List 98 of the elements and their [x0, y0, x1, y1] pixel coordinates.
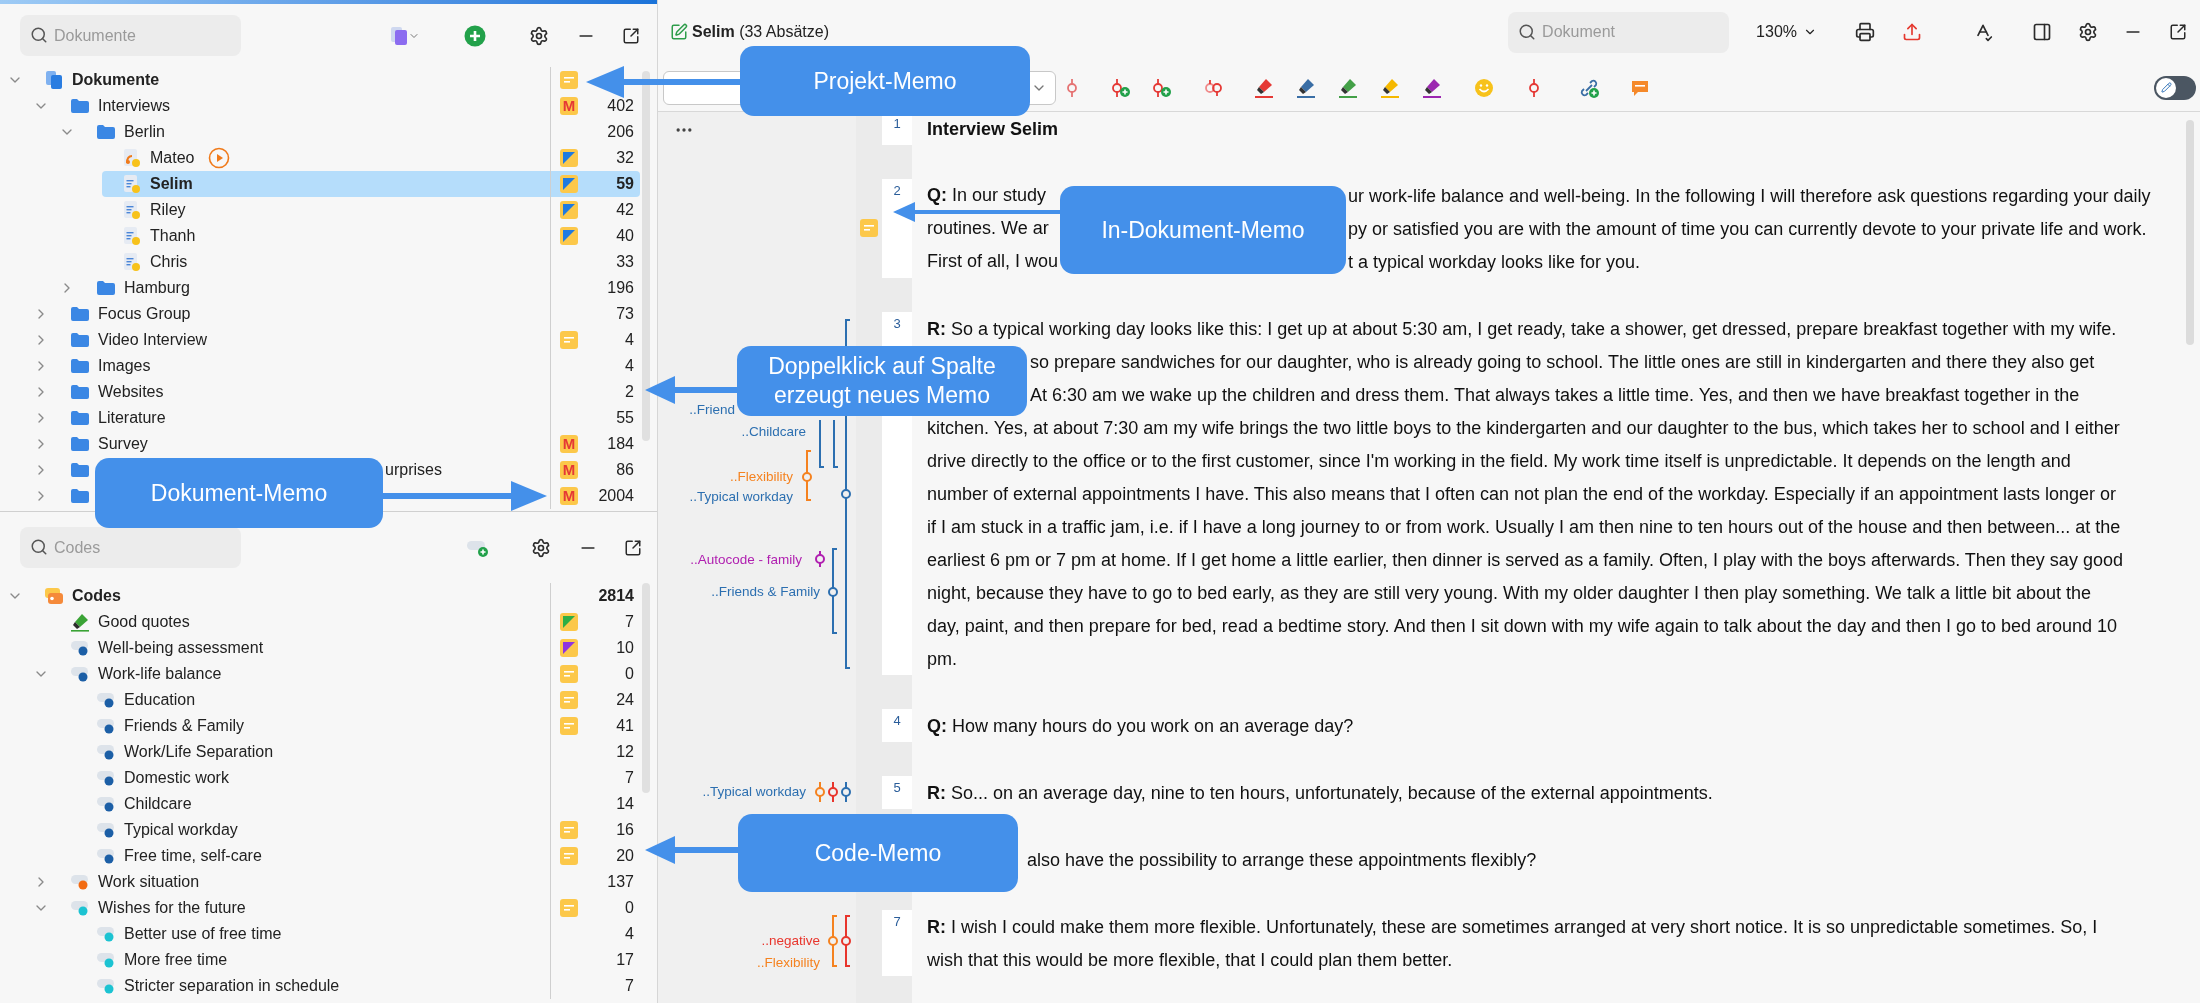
item-name: Selim	[150, 174, 193, 194]
item-name: Interviews	[98, 96, 171, 116]
count-label: 402	[607, 96, 634, 116]
count-label: 24	[616, 690, 634, 710]
count-label: 206	[607, 122, 634, 142]
count-label: 196	[607, 278, 634, 298]
count-label: 32	[616, 148, 634, 168]
count-label: 184	[607, 434, 634, 454]
text-line: First of all, I wou	[927, 250, 1059, 271]
count-label: 2814	[598, 586, 634, 606]
count-label: 14	[616, 794, 634, 814]
count-label: 20	[616, 846, 634, 866]
count-label: 137	[607, 872, 634, 892]
count-label: 7	[625, 768, 634, 788]
count-label: 7	[625, 612, 634, 632]
text-line: pm.	[927, 647, 957, 670]
text-line: At 6:30 am we wake up the children and dress them. That always takes a little time. Yes, and then we have breakfast together in the	[1030, 383, 2080, 406]
count-label: 0	[625, 898, 634, 918]
text-line: earliest 6 pm or 7 pm at home. If I get home a little earlier, then dinner is served as a family. Often, I play with the boys afterwards. Then they say good	[927, 548, 2123, 571]
callout-tooltip: Projekt-Memo	[740, 46, 1030, 116]
text-line: R: So a typical working day looks like this: I get up at about 5:30 am, I get ready, take a shower, get dressed, prepare breakfast together with my wife.	[927, 317, 2117, 340]
text-line: night, because they have to go to bed early, as they are still very young. With my older daughter I then play something. We talk a little bit about the	[927, 581, 2091, 604]
item-name: Friends & Family	[124, 716, 245, 736]
callout-tooltip: Code-Memo	[738, 814, 1018, 892]
count-label: 17	[616, 950, 634, 970]
callout-tooltip: Dokument-Memo	[95, 458, 383, 528]
count-label: 59	[616, 174, 634, 194]
item-name: Good quotes	[98, 612, 190, 632]
text-line: drive directly to the office or to the first customer, since I'm working in the field. My work time itself is unpredictable. It depends on the length and	[927, 449, 2071, 472]
item-name: Thanh	[150, 226, 196, 246]
paragraph-number: 1	[893, 116, 901, 133]
count-label: 12	[616, 742, 634, 762]
item-name: Images	[98, 356, 151, 376]
paragraph-number: 7	[893, 914, 901, 931]
item-name: Codes	[72, 586, 121, 606]
count-label: 0	[625, 664, 634, 684]
text-line: if I am stuck in a traffic jam, i.e. if I have a long journey to or from work. Usually I am then nine to ten hours out of the house and then between... at the	[927, 515, 2121, 538]
text-line: Q: How many hours do you work on an average day?	[927, 714, 1354, 737]
count-label: 4	[625, 330, 634, 350]
text-line: routines. We ar	[927, 217, 1049, 238]
item-name: Well-being assessment	[98, 638, 264, 658]
text-line: Interview Selim	[927, 117, 1059, 140]
count-label: 33	[616, 252, 634, 272]
text-line: also have the possibility to arrange these appointments flexibly?	[1027, 848, 1537, 871]
text-line: wish that this would be more flexible, that I could plan them better.	[927, 948, 1453, 971]
count-label: 16	[616, 820, 634, 840]
item-name: Free time, self-care	[124, 846, 262, 866]
count-label: 10	[616, 638, 634, 658]
item-name: Education	[124, 690, 196, 710]
paragraph-number: 2	[893, 183, 901, 200]
count-label: 4	[625, 356, 634, 376]
item-name: Better use of free time	[124, 924, 282, 944]
text-line: number of external appointments I have. This also means that I often can not plan the end of the workday. Especially if an appointment lasts longer or	[927, 482, 2117, 505]
count-label: 42	[616, 200, 634, 220]
item-name: urprises	[385, 460, 442, 480]
item-name: Riley	[150, 200, 186, 220]
item-name: Dokumente	[72, 70, 160, 90]
text-line: kitchen. Yes, at about 7:30 am my wife brings the two little boys to the kindergarten and our daughter to the bus, which takes her to school and I either	[927, 416, 2120, 439]
count-label: 73	[616, 304, 634, 324]
item-name: More free time	[124, 950, 228, 970]
text-line: R: I wish I could make them more flexible. Unfortunately, these are sometimes arranged at very short notice. It is so unpredictable sometimes. So, I	[927, 915, 2098, 938]
count-label: 7	[625, 976, 634, 996]
text-line: ur work-life balance and well-being. In the following I will therefore ask questions regarding your daily	[1348, 184, 2151, 207]
paragraph-number: 4	[893, 713, 901, 730]
item-name: Work/Life Separation	[124, 742, 274, 762]
text-line: day, paint, and then prepare for bed, read a bedtime story. And then I sit down with my wife again to talk about the day and then I go to bed around 10	[927, 614, 2118, 637]
item-name: Chris	[150, 252, 188, 272]
count-label: 4	[625, 924, 634, 944]
text-line: Q: In our study	[927, 184, 1047, 205]
callout-tooltip: Doppelklick auf Spalte erzeugt neues Memo	[737, 346, 1027, 416]
count-label: 40	[616, 226, 634, 246]
item-name: Literature	[98, 408, 166, 428]
count-label: 41	[616, 716, 634, 736]
item-name: Childcare	[124, 794, 192, 814]
paragraph-number: 5	[893, 780, 901, 797]
item-name: Mateo	[150, 148, 195, 168]
item-name: Wishes for the future	[98, 898, 246, 918]
count-label: 86	[616, 460, 634, 480]
document-title: Selim (33 Absätze)	[692, 22, 829, 42]
item-name: Domestic work	[124, 768, 229, 788]
count-label: 55	[616, 408, 634, 428]
callout-tooltip: In-Dokument-Memo	[1060, 186, 1346, 274]
item-name: Survey	[98, 434, 148, 454]
count-label: 2	[625, 382, 634, 402]
item-name: Video Interview	[98, 330, 208, 350]
count-label: 2004	[598, 486, 634, 506]
text-line: so prepare sandwiches for our daughter, who is already going to school. The little ones are still in kindergarten and there they also get	[1030, 350, 2095, 373]
item-name: Work situation	[98, 872, 200, 892]
item-name: Berlin	[124, 122, 165, 142]
item-name: Stricter separation in schedule	[124, 976, 340, 996]
text-line: t a typical workday looks like for you.	[1348, 250, 1641, 273]
item-name: Hamburg	[124, 278, 190, 298]
item-name: Typical workday	[124, 820, 238, 840]
item-name: Websites	[98, 382, 164, 402]
text-line: py or satisfied you are with the amount of time you can currently devote to your private life and work.	[1348, 217, 2147, 240]
item-name: Work-life balance	[98, 664, 222, 684]
text-line: R: So... on an average day, nine to ten hours, unfortunately, because of the external appointments.	[927, 781, 1713, 804]
item-name: Focus Group	[98, 304, 191, 324]
